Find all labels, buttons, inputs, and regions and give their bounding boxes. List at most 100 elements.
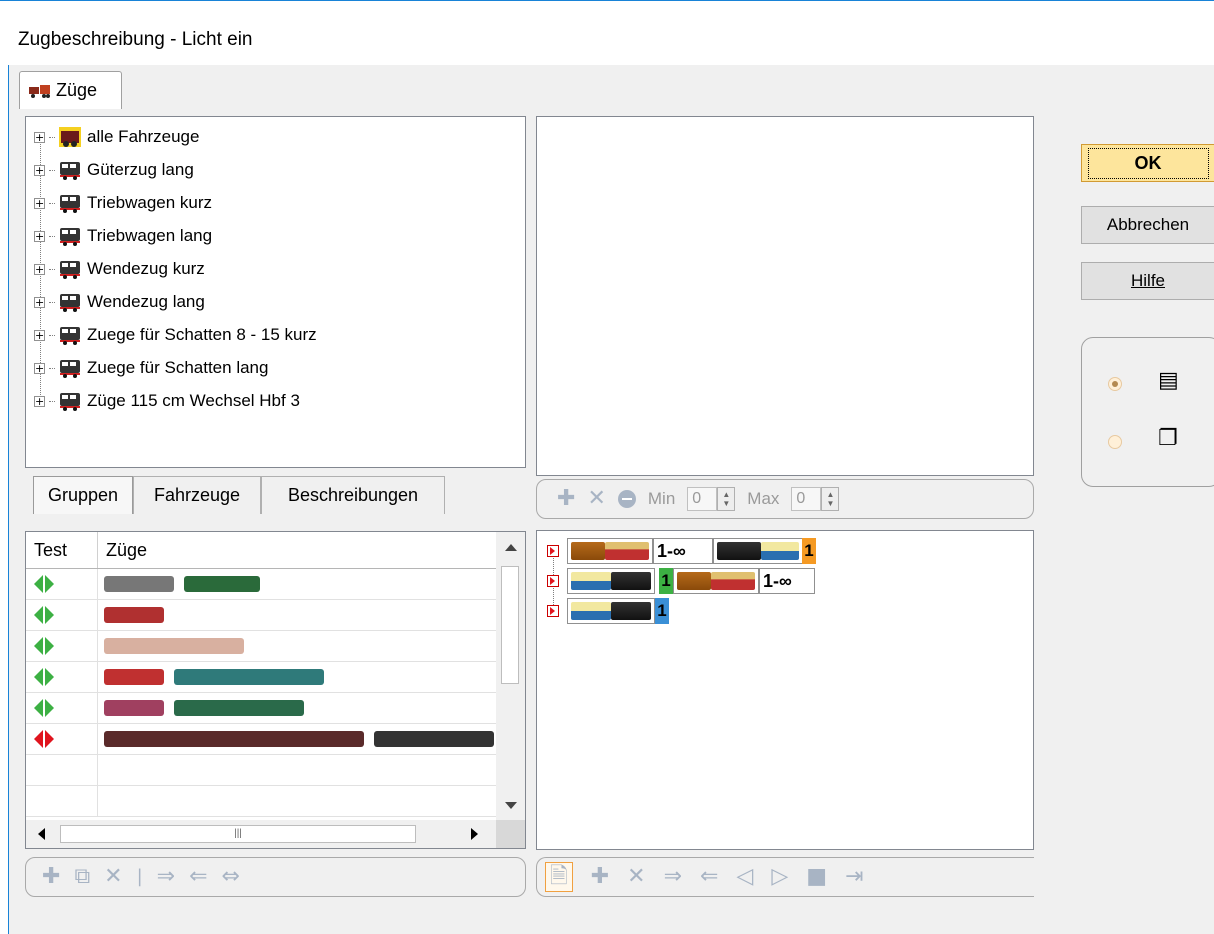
add-icon[interactable]: ✚ (42, 866, 60, 888)
delete-icon[interactable]: ✕ (104, 866, 122, 888)
vehicle-group[interactable] (673, 568, 759, 594)
composition-row[interactable]: 1-∞ 1 (547, 537, 816, 565)
grid-horizontal-scrollbar[interactable]: ||| (26, 820, 496, 848)
scroll-thumb[interactable] (501, 566, 519, 684)
table-row[interactable] (26, 569, 496, 600)
max-value[interactable]: 0 (791, 487, 822, 511)
view-list-radio[interactable] (1108, 377, 1122, 391)
expand-icon[interactable]: + (34, 230, 45, 242)
delete-vehicle-icon[interactable]: ✕ (627, 866, 645, 888)
tree-item[interactable]: + Triebwagen kurz (34, 187, 212, 219)
vehicle-group[interactable] (567, 538, 653, 564)
group-tree[interactable]: + alle Fahrzeuge + Güterzug lang + Triebwagen… (25, 116, 526, 468)
count-range[interactable]: 1-∞ (653, 538, 713, 564)
test-cell[interactable] (26, 662, 98, 692)
test-cell[interactable] (26, 631, 98, 661)
hscroll-thumb[interactable]: ||| (60, 825, 416, 843)
column-header-trains[interactable]: Züge (98, 532, 496, 568)
expand-icon[interactable]: + (34, 362, 45, 374)
title-bar: Zugbeschreibung - Licht ein (0, 0, 1214, 65)
arrow-right-icon[interactable]: ⇒ (664, 866, 682, 888)
stop-icon[interactable]: ■ (806, 866, 827, 888)
grid-vertical-scrollbar[interactable] (496, 532, 525, 820)
table-row[interactable] (26, 693, 496, 724)
tree-item[interactable]: + Züge 115 cm Wechsel Hbf 3 (34, 385, 300, 417)
vehicle-group[interactable] (713, 538, 802, 564)
tree-item[interactable]: + Güterzug lang (34, 154, 194, 186)
arrow-left-icon[interactable]: ⇐ (189, 866, 207, 888)
scroll-right-arrow-icon[interactable] (471, 828, 478, 840)
column-header-test[interactable]: Test (26, 532, 98, 568)
expand-icon[interactable]: + (34, 329, 45, 341)
remove-circle-icon[interactable] (617, 490, 636, 508)
tree-item[interactable]: + Wendezug lang (34, 286, 205, 318)
tab-fahrzeuge[interactable]: Fahrzeuge (133, 476, 261, 514)
count-badge[interactable]: 1 (802, 538, 816, 564)
tab-gruppen[interactable]: Gruppen (33, 476, 133, 514)
train-grid[interactable]: Test Züge ||| (25, 531, 526, 849)
composition-row[interactable]: 1 1-∞ (547, 567, 815, 595)
train-group-icon (58, 390, 82, 412)
train-composition-panel[interactable]: 1-∞ 1 1 1-∞ 1 (536, 530, 1034, 850)
trains-cell[interactable] (98, 569, 496, 599)
expand-icon[interactable]: + (34, 164, 45, 176)
expand-icon[interactable]: + (34, 197, 45, 209)
test-cell[interactable] (26, 693, 98, 723)
test-cell[interactable] (26, 600, 98, 630)
tree-item[interactable]: + Zuege für Schatten lang (34, 352, 268, 384)
train-group-icon (58, 291, 82, 313)
ok-button[interactable]: OK (1081, 144, 1214, 182)
vehicle-group[interactable] (567, 568, 655, 594)
table-row[interactable] (26, 631, 496, 662)
freight-wagon-icon (677, 572, 711, 590)
test-cell[interactable] (26, 724, 98, 754)
add-rule-icon[interactable]: ✚ (557, 488, 575, 510)
move-right-icon[interactable]: ▷ (771, 866, 788, 888)
tree-item[interactable]: + alle Fahrzeuge (34, 121, 199, 153)
tree-item[interactable]: + Wendezug kurz (34, 253, 205, 285)
max-spinner[interactable]: 0 ▲ ▼ (791, 487, 840, 511)
trains-cell[interactable] (98, 600, 496, 630)
count-badge[interactable]: 1 (655, 598, 669, 624)
add-vehicle-icon[interactable]: ✚ (591, 866, 609, 888)
tree-item[interactable]: + Zuege für Schatten 8 - 15 kurz (34, 319, 317, 351)
arrow-both-icon[interactable]: ⇔ (222, 866, 240, 888)
min-value[interactable]: 0 (687, 487, 718, 511)
count-badge[interactable]: 1 (659, 568, 673, 594)
table-row[interactable] (26, 662, 496, 693)
move-left-icon[interactable]: ◁ (736, 866, 753, 888)
count-range[interactable]: 1-∞ (759, 568, 815, 594)
import-icon[interactable]: ⇥ (845, 866, 863, 888)
delete-rule-icon[interactable]: ✕ (587, 488, 605, 510)
expand-icon[interactable]: + (34, 263, 45, 275)
expand-icon[interactable]: + (34, 296, 45, 308)
table-row[interactable] (26, 600, 496, 631)
train-image-icon (174, 669, 324, 685)
trains-cell[interactable] (98, 662, 496, 692)
trains-cell[interactable] (98, 724, 496, 754)
copy-refresh-icon[interactable]: ⧉ (74, 866, 90, 888)
scroll-up-arrow-icon[interactable] (505, 544, 517, 551)
cancel-button[interactable]: Abbrechen (1081, 206, 1214, 244)
new-composition-icon[interactable]: 🗎 (545, 862, 573, 892)
tree-item[interactable]: + Triebwagen lang (34, 220, 212, 252)
min-spin-arrows-icon[interactable]: ▲ ▼ (717, 487, 736, 511)
composition-row[interactable]: 1 (547, 597, 669, 625)
max-spin-arrows-icon[interactable]: ▲ ▼ (821, 487, 840, 511)
expand-icon[interactable]: + (34, 131, 45, 143)
arrow-right-icon[interactable]: ⇒ (157, 866, 175, 888)
table-row[interactable] (26, 724, 496, 755)
help-button[interactable]: Hilfe (1081, 262, 1214, 300)
tab-zuege[interactable]: Züge (19, 71, 122, 109)
trains-cell[interactable] (98, 631, 496, 661)
view-details-radio[interactable] (1108, 435, 1122, 449)
expand-icon[interactable]: + (34, 395, 45, 407)
min-spinner[interactable]: 0 ▲ ▼ (687, 487, 736, 511)
arrow-left-icon[interactable]: ⇐ (700, 866, 718, 888)
tab-beschreibungen[interactable]: Beschreibungen (261, 476, 445, 514)
scroll-down-arrow-icon[interactable] (505, 802, 517, 809)
test-cell[interactable] (26, 569, 98, 599)
scroll-left-arrow-icon[interactable] (38, 828, 45, 840)
trains-cell[interactable] (98, 693, 496, 723)
vehicle-group[interactable] (567, 598, 655, 624)
